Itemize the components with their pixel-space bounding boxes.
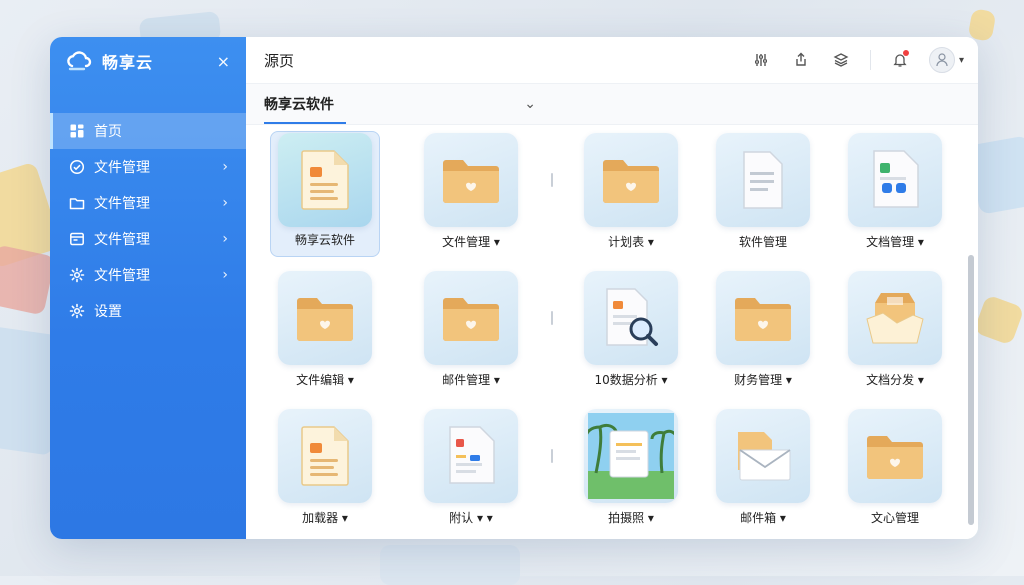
- app-tile-label: 文件管理 ▾: [442, 235, 500, 249]
- app-window: 畅享云 × 首页文件管理 › 文件管理 › 文件管理 › 文件管理 › 设置 源页: [50, 37, 978, 539]
- document-icon: [278, 409, 372, 503]
- sidebar-item-5[interactable]: 设置: [50, 293, 246, 329]
- chevron-right-icon: ›: [222, 267, 228, 283]
- sidebar-item-0[interactable]: 首页: [50, 113, 246, 149]
- sliders-icon[interactable]: [750, 49, 772, 71]
- box-icon: [848, 271, 942, 365]
- sidebar-item-3[interactable]: 文件管理 ›: [50, 221, 246, 257]
- app-tile-label: 文档分发 ▾: [866, 373, 924, 387]
- sidebar-item-label: 文件管理: [94, 160, 150, 176]
- column-separator: [551, 311, 553, 325]
- app-tile-label: 10数据分析 ▾: [594, 373, 668, 387]
- folder-icon: [584, 133, 678, 227]
- app-tile-label: 文件编辑 ▾: [296, 373, 354, 387]
- avatar: [928, 47, 955, 73]
- background-shape: [973, 294, 1024, 346]
- window-icon: [68, 230, 86, 248]
- column-separator: [551, 449, 553, 463]
- app-tile[interactable]: 财务管理 ▾: [708, 271, 818, 399]
- document-icon: [716, 133, 810, 227]
- layers-icon[interactable]: [830, 49, 852, 71]
- column-separator: [551, 173, 553, 187]
- folder-icon: [424, 271, 518, 365]
- chevron-down-icon: ▾: [958, 54, 964, 66]
- photo-icon: [584, 409, 678, 503]
- toolbar-divider: [869, 50, 871, 70]
- app-tile[interactable]: 邮件箱 ▾: [708, 409, 818, 537]
- app-tile[interactable]: 10数据分析 ▾: [576, 271, 686, 399]
- app-tile-label: 畅享云软件: [294, 233, 355, 247]
- app-tile[interactable]: 文档管理 ▾: [840, 133, 950, 261]
- chevron-down-icon: ⌄: [524, 96, 536, 112]
- app-tile[interactable]: 计划表 ▾: [576, 133, 686, 261]
- document-icon: [424, 409, 518, 503]
- app-tile-label: 加载器 ▾: [302, 511, 348, 525]
- document-icon: [278, 133, 372, 227]
- main-panel: 源页 ▾ 畅享云软件 ⌄ 畅享云软件 文件管理 ▾ 计划表 ▾ 软件管理 文档管…: [246, 37, 978, 539]
- app-tile[interactable]: 附认 ▾ ▾: [416, 409, 526, 537]
- mail-icon: [716, 409, 810, 503]
- folder-icon: [278, 271, 372, 365]
- app-name: 畅享云: [102, 53, 154, 72]
- share-icon[interactable]: [790, 49, 812, 71]
- app-tile[interactable]: 文件编辑 ▾: [270, 271, 380, 399]
- notification-dot: [902, 50, 909, 56]
- app-tile-label: 财务管理 ▾: [734, 373, 792, 387]
- sidebar-item-2[interactable]: 文件管理 ›: [50, 185, 246, 221]
- brand: 畅享云 ×: [50, 37, 246, 85]
- sidebar-item-label: 文件管理: [94, 196, 150, 212]
- page-title: 源页: [264, 51, 295, 70]
- app-tile-label: 拍摄照 ▾: [608, 511, 654, 525]
- app-tile-label: 软件管理: [738, 235, 787, 249]
- chevron-right-icon: ›: [222, 195, 228, 211]
- category-bar: 畅享云软件 ⌄: [246, 84, 978, 125]
- sidebar-item-label: 文件管理: [94, 232, 150, 248]
- document-icon: [848, 133, 942, 227]
- app-tile-label: 文心管理: [870, 511, 919, 525]
- gear-icon: [68, 266, 86, 284]
- sidebar-item-1[interactable]: 文件管理 ›: [50, 149, 246, 185]
- background-shape: [0, 244, 56, 316]
- scrollbar-thumb[interactable]: [968, 255, 974, 525]
- scrollbar[interactable]: [968, 255, 974, 525]
- sidebar: 畅享云 × 首页文件管理 › 文件管理 › 文件管理 › 文件管理 › 设置: [50, 37, 246, 539]
- sidebar-nav: 首页文件管理 › 文件管理 › 文件管理 › 文件管理 › 设置: [50, 113, 246, 329]
- app-tile[interactable]: 文档分发 ▾: [840, 271, 950, 399]
- category-dropdown[interactable]: 畅享云软件 ⌄: [264, 84, 536, 124]
- chevron-right-icon: ›: [222, 231, 228, 247]
- cloud-logo-icon: [67, 51, 92, 71]
- app-tile[interactable]: 文心管理: [840, 409, 950, 537]
- background-shape: [380, 545, 520, 585]
- check-circle-icon: [68, 158, 86, 176]
- app-tile[interactable]: 畅享云软件: [270, 131, 380, 261]
- top-bar: 源页 ▾: [246, 37, 978, 84]
- folder-icon: [716, 271, 810, 365]
- app-tile[interactable]: 软件管理: [708, 133, 818, 261]
- app-tile-label: 计划表 ▾: [608, 235, 654, 249]
- app-tile[interactable]: 文件管理 ▾: [416, 133, 526, 261]
- app-tile[interactable]: 拍摄照 ▾: [576, 409, 686, 537]
- folder-icon: [424, 133, 518, 227]
- folder-icon: [848, 409, 942, 503]
- sidebar-item-label: 文件管理: [94, 268, 150, 284]
- app-grid-area: 畅享云软件 文件管理 ▾ 计划表 ▾ 软件管理 文档管理 ▾ 文件编辑 ▾ 邮件管理 ▾ 10…: [246, 125, 978, 539]
- app-tile-label: 附认 ▾ ▾: [449, 511, 493, 525]
- user-menu[interactable]: ▾: [928, 47, 964, 73]
- category-label: 畅享云软件: [264, 97, 334, 113]
- folder-icon: [68, 194, 86, 212]
- search-document-icon: [584, 271, 678, 365]
- app-tile-label: 文档管理 ▾: [866, 235, 924, 249]
- app-tile[interactable]: 邮件管理 ▾: [416, 271, 526, 399]
- gear-icon: [68, 302, 86, 320]
- app-tile[interactable]: 加载器 ▾: [270, 409, 380, 537]
- app-tile-label: 邮件管理 ▾: [442, 373, 500, 387]
- dashboard-icon: [68, 122, 86, 140]
- chevron-right-icon: ›: [222, 159, 228, 175]
- app-tile-label: 邮件箱 ▾: [740, 511, 786, 525]
- close-icon[interactable]: ×: [217, 52, 230, 71]
- bell-icon[interactable]: [889, 49, 911, 71]
- sidebar-item-label: 首页: [94, 124, 122, 140]
- sidebar-item-4[interactable]: 文件管理 ›: [50, 257, 246, 293]
- sidebar-item-label: 设置: [94, 304, 122, 320]
